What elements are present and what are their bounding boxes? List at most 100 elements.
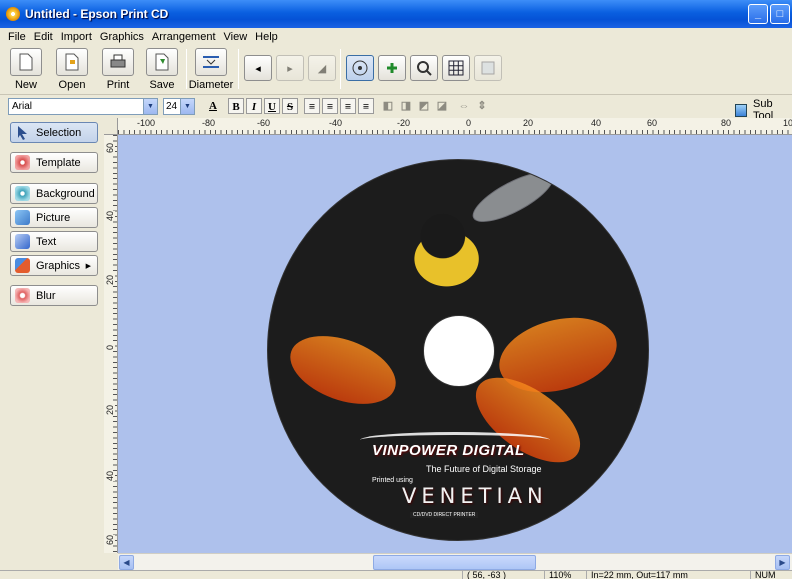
grid-button[interactable]	[442, 55, 470, 81]
ruler-label: -20	[396, 118, 412, 128]
menu-edit[interactable]: Edit	[34, 31, 53, 43]
status-bar: ( 56, -63 ) 110% In=22 mm, Out=117 mm NU…	[0, 570, 792, 579]
save-label: Save	[149, 79, 175, 91]
align-right-button[interactable]: ≡	[340, 98, 356, 114]
tool-blur[interactable]: Blur	[10, 285, 98, 306]
undo-button[interactable]: ◂	[244, 55, 272, 81]
save-icon	[146, 48, 178, 76]
maximize-button[interactable]: □	[770, 4, 790, 24]
zoom-in-button[interactable]	[378, 55, 406, 81]
product-subtitle-text[interactable]: CD/DVD DIRECT PRINTER	[410, 512, 479, 518]
ruler-label: 60	[105, 142, 115, 153]
diameter-label: Diameter	[188, 79, 234, 91]
ruler-label: 20	[105, 404, 115, 415]
open-button[interactable]: Open	[50, 48, 94, 91]
save-button[interactable]: Save	[140, 48, 184, 91]
underline-button[interactable]: U	[264, 98, 280, 114]
ruler-label: -60	[256, 118, 272, 128]
zoom-in-icon	[387, 63, 397, 73]
menu-view[interactable]: View	[224, 31, 248, 43]
tool-selection-label: Selection	[36, 126, 82, 139]
tool-graphics[interactable]: Graphics ▶	[10, 255, 98, 276]
menu-file[interactable]: File	[8, 31, 26, 43]
bold-button[interactable]: B	[228, 98, 244, 114]
horizontal-ruler: -100 -80 -60 -40 -20 0 20 40 60 80 10	[118, 118, 792, 135]
tool-text[interactable]: Text	[10, 231, 98, 252]
chevron-down-icon[interactable]: ▼	[180, 99, 194, 114]
zoom-out-button[interactable]	[410, 55, 438, 81]
preview-button[interactable]	[474, 55, 502, 81]
justify-button[interactable]: ≡	[358, 98, 374, 114]
tool-background-label: Background	[36, 187, 95, 200]
blur-icon	[15, 288, 30, 303]
cd-center-hole	[423, 315, 495, 387]
eraser-button[interactable]: ◢	[308, 55, 336, 81]
ruler-label: 60	[105, 534, 115, 545]
scroll-thumb[interactable]	[373, 555, 536, 570]
menu-help[interactable]: Help	[255, 31, 278, 43]
print-button[interactable]: Print	[96, 48, 140, 91]
format-toolbar: Arial ▼ 24 ▼ A B I U S ≡ ≡ ≡ ≡ ◧ ◨ ◩ ◪ ⇔…	[0, 96, 792, 122]
send-backward-button[interactable]: ◪	[434, 98, 450, 114]
bring-forward-button[interactable]: ◩	[416, 98, 432, 114]
align-center-button[interactable]: ≡	[322, 98, 338, 114]
printed-using-text[interactable]: Printed using	[372, 477, 413, 484]
main-toolbar: New Open Print Save Diameter ◂ ▸ ◢	[0, 45, 792, 95]
font-color-button[interactable]: A	[205, 98, 221, 114]
text-icon	[15, 234, 30, 249]
sub-tool-icon	[735, 103, 748, 117]
layer-forward-icon: ◩	[418, 100, 430, 112]
flip-vertical-button[interactable]: ⇕	[474, 98, 490, 114]
ruler-label: 60	[646, 118, 659, 128]
scrollbar-corner	[104, 553, 118, 570]
eraser-icon: ◢	[317, 62, 327, 75]
tool-template[interactable]: Template	[10, 152, 98, 173]
align-left-button[interactable]: ≡	[304, 98, 320, 114]
menu-import[interactable]: Import	[61, 31, 92, 43]
font-size-select[interactable]: 24 ▼	[163, 98, 195, 115]
ruler-label: 0	[465, 118, 473, 128]
scroll-left-arrow-icon[interactable]: ◀	[119, 555, 134, 570]
toolbar-separator	[186, 49, 187, 89]
chevron-down-icon[interactable]: ▼	[143, 99, 157, 114]
toolbar-separator	[238, 49, 239, 89]
layer-backward-icon: ◪	[436, 100, 448, 112]
tool-picture[interactable]: Picture	[10, 207, 98, 228]
italic-button[interactable]: I	[246, 98, 262, 114]
picture-icon	[15, 210, 30, 225]
ruler-label: 0	[105, 344, 115, 350]
brand-tagline-text[interactable]: The Future of Digital Storage	[426, 464, 542, 474]
brand-name-text[interactable]: VINPOWER DIGITAL	[372, 442, 525, 459]
design-canvas[interactable]: VINPOWER DIGITAL The Future of Digital S…	[118, 135, 792, 553]
disc-diameter-status: In=22 mm, Out=117 mm	[586, 570, 736, 579]
product-name-text[interactable]: VENETIAN	[402, 484, 548, 508]
layer-back-icon: ◨	[400, 100, 412, 112]
zoom-out-icon	[417, 61, 432, 76]
diameter-button[interactable]: Diameter	[188, 48, 234, 91]
font-family-select[interactable]: Arial ▼	[8, 98, 158, 115]
horizontal-scrollbar[interactable]: ◀ ▶	[118, 553, 792, 570]
flip-horizontal-button[interactable]: ⇔	[456, 98, 472, 114]
menu-graphics[interactable]: Graphics	[100, 31, 144, 43]
cd-label-disc[interactable]: VINPOWER DIGITAL The Future of Digital S…	[267, 159, 649, 541]
open-label: Open	[58, 79, 86, 91]
open-file-icon	[56, 48, 88, 76]
scroll-right-arrow-icon[interactable]: ▶	[775, 555, 790, 570]
bring-front-button[interactable]: ◧	[380, 98, 396, 114]
tool-background[interactable]: Background	[10, 183, 98, 204]
tool-picture-label: Picture	[36, 211, 71, 224]
bee-wing	[466, 162, 560, 232]
new-button[interactable]: New	[4, 48, 48, 91]
minimize-button[interactable]: _	[748, 4, 768, 24]
tool-selection[interactable]: Selection	[10, 122, 98, 143]
ruler-label: 40	[590, 118, 603, 128]
send-back-button[interactable]: ◨	[398, 98, 414, 114]
flip-vertical-icon: ⇕	[477, 100, 487, 112]
menu-arrangement[interactable]: Arrangement	[152, 31, 216, 43]
zoom-level: 110%	[544, 570, 586, 579]
strikethrough-button[interactable]: S	[282, 98, 298, 114]
redo-button[interactable]: ▸	[276, 55, 304, 81]
align-right-icon: ≡	[344, 101, 352, 113]
select-object-button[interactable]	[346, 55, 374, 81]
ruler-corner	[104, 118, 118, 135]
